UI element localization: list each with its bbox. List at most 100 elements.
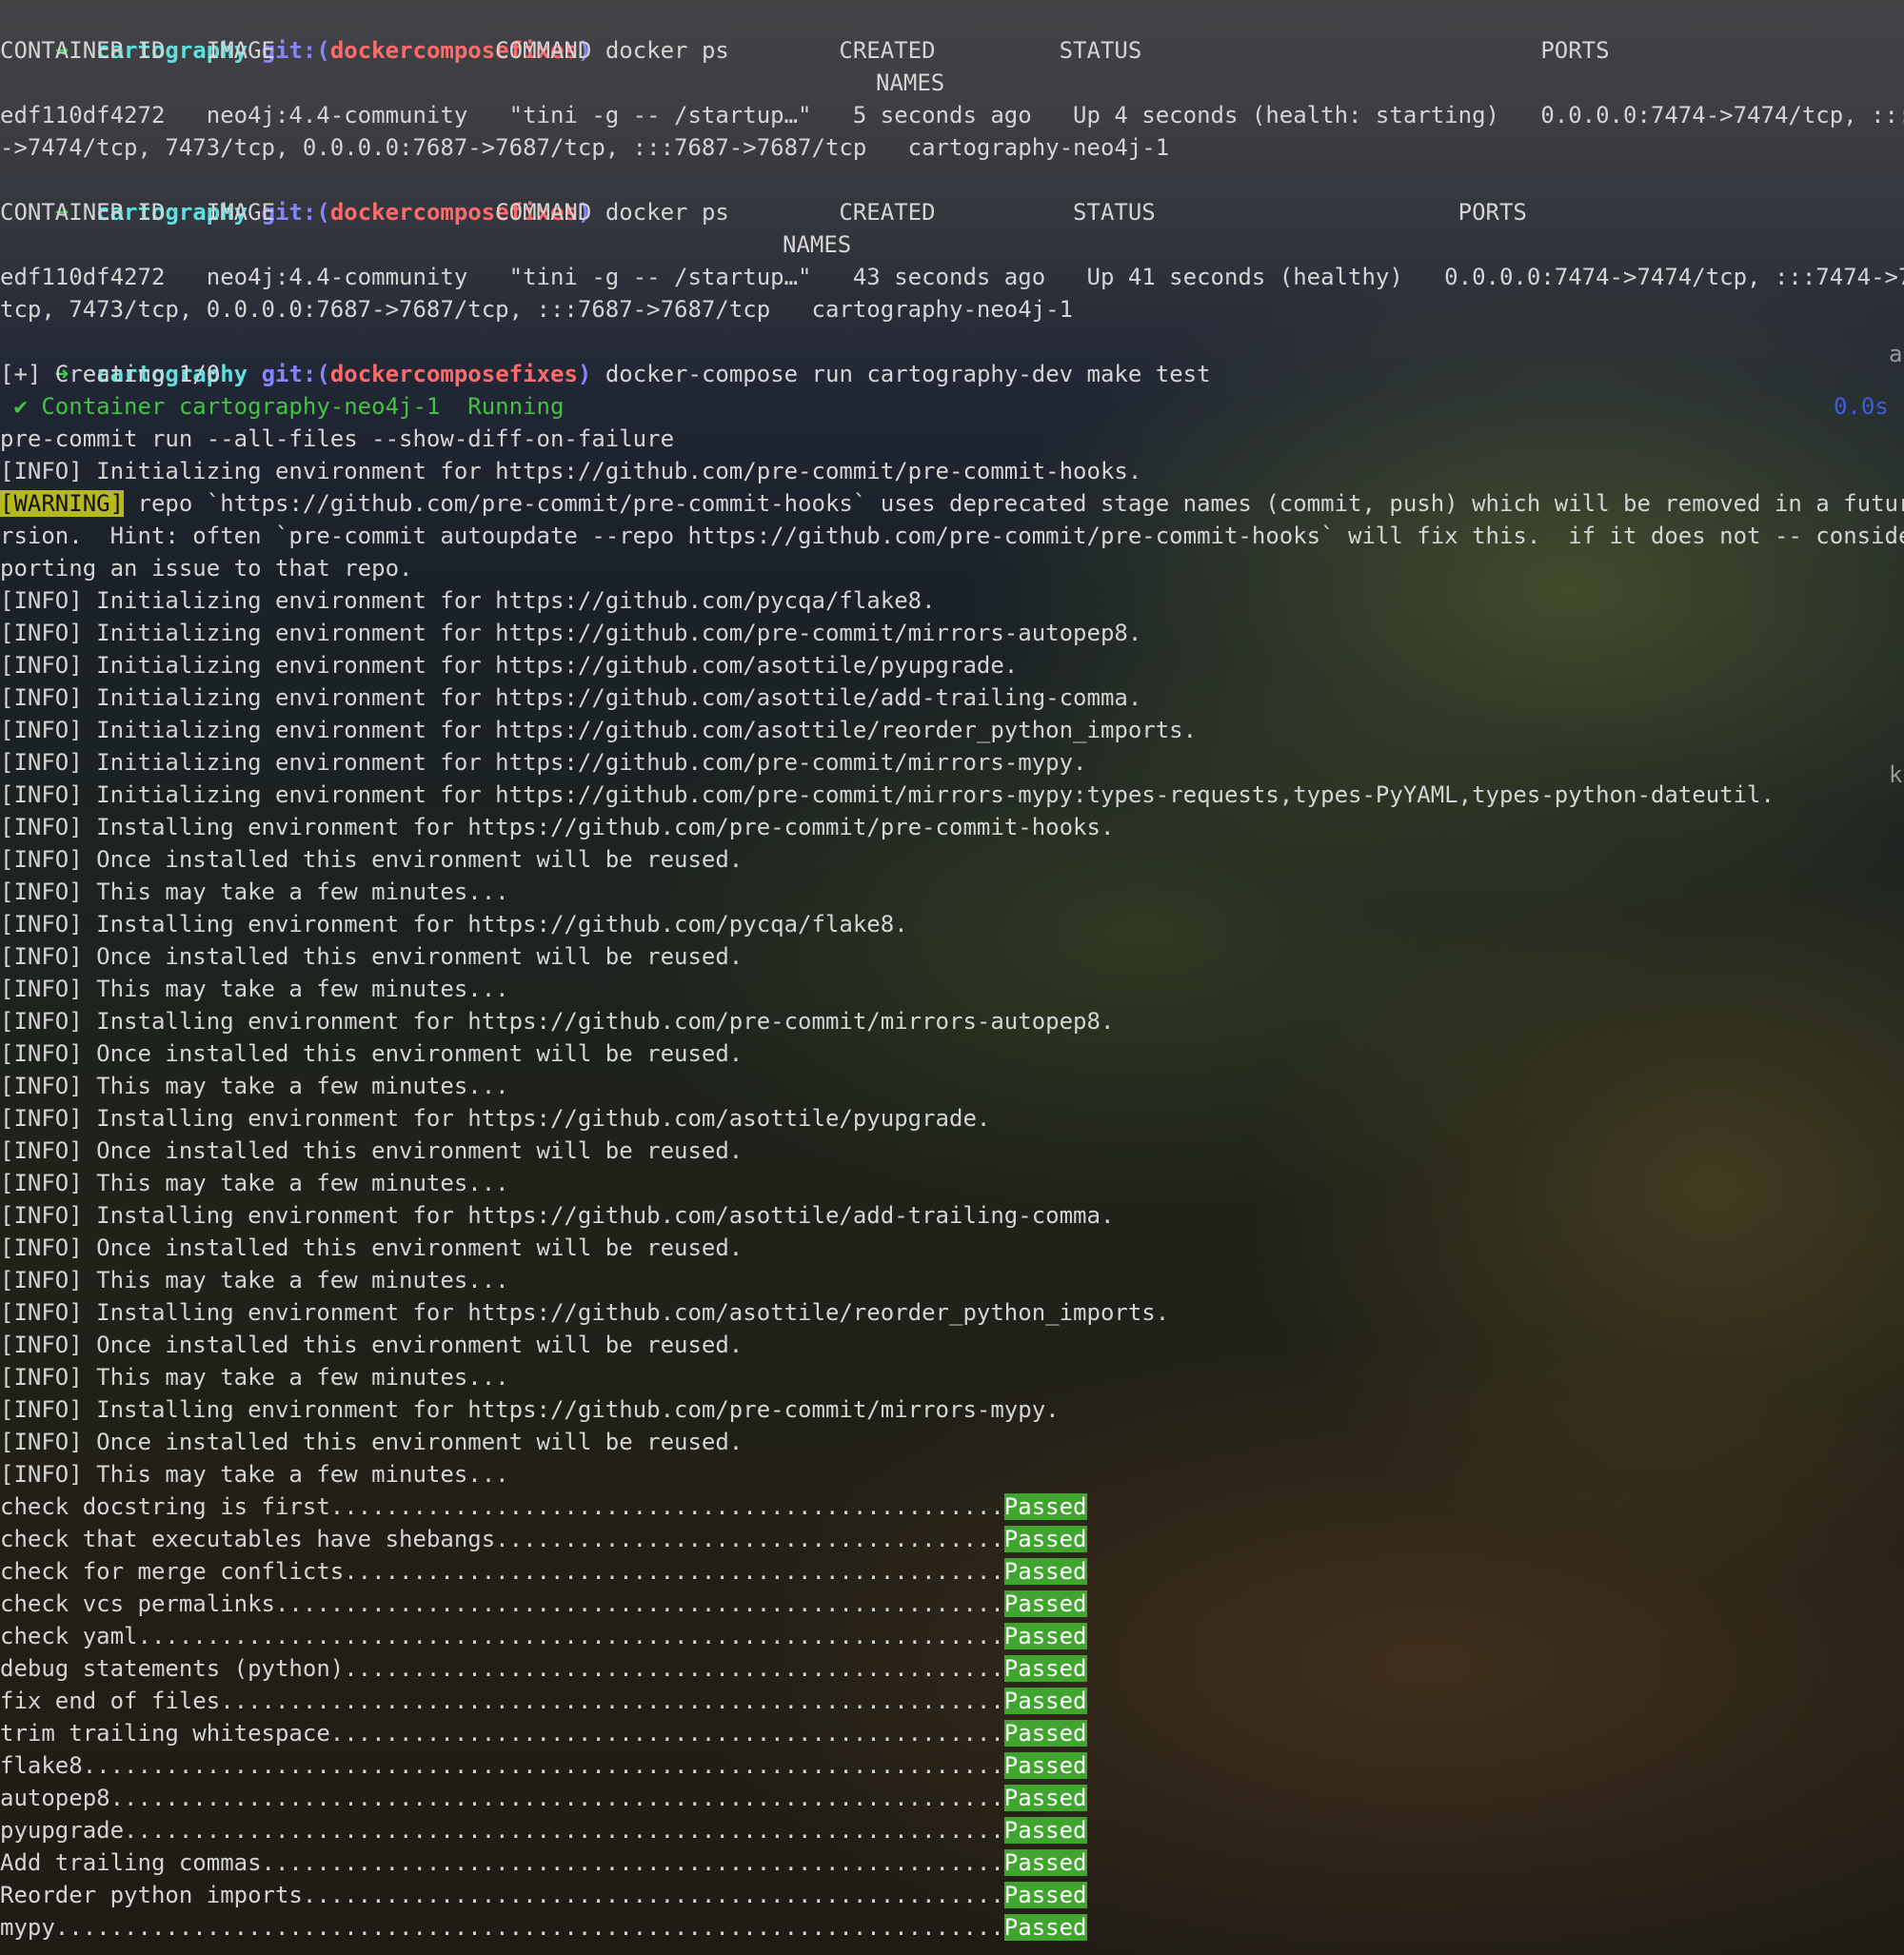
passed-badge: Passed [1003,1849,1087,1876]
ps-row-wrap: tcp, 7473/tcp, 0.0.0.0:7687->7687/tcp, :… [0,296,1074,323]
log-line: [INFO] Once installed this environment w… [0,846,744,873]
passed-badge: Passed [1003,1688,1087,1714]
warning-wrap: rsion. Hint: often `pre-commit autoupdat… [0,523,1904,549]
log-line: [INFO] Once installed this environment w… [0,1429,744,1455]
prompt-git-prefix: git:( [261,361,330,387]
passed-badge: Passed [1003,1914,1087,1941]
passed-badge: Passed [1003,1785,1087,1811]
prompt-git-branch: dockercomposefixes [329,361,578,387]
hook-result-row: autopep8................................… [0,1782,1087,1814]
ps-header: CONTAINER ID IMAGE COMMAND CREATED STATU… [0,199,1527,226]
passed-badge: Passed [1003,1558,1087,1585]
edge-text-fragment: a [1889,341,1903,367]
log-line: [INFO] This may take a few minutes... [0,976,509,1002]
passed-badge: Passed [1003,1590,1087,1617]
log-line: [INFO] This may take a few minutes... [0,1073,509,1099]
hook-name: check yaml..............................… [0,1623,1004,1649]
passed-badge: Passed [1003,1623,1087,1649]
log-line: [INFO] Initializing environment for http… [0,587,936,614]
log-line: [INFO] Installing environment for https:… [0,1202,1115,1229]
log-line: [INFO] Installing environment for https:… [0,1008,1115,1035]
hook-name: check vcs permalinks....................… [0,1590,1004,1617]
container-status: Running [467,393,565,420]
log-line: [INFO] Initializing environment for http… [0,458,1142,484]
passed-badge: Passed [1003,1720,1087,1747]
hook-name: check that executables have shebangs....… [0,1526,1004,1552]
ps-row: edf110df4272 neo4j:4.4-community "tini -… [0,102,1904,128]
ps-row-wrap: ->7474/tcp, 7473/tcp, 0.0.0.0:7687->7687… [0,134,1170,161]
log-line: [INFO] Installing environment for https:… [0,1396,1060,1423]
log-line: [INFO] This may take a few minutes... [0,1461,509,1488]
hook-result-row: check docstring is first................… [0,1491,1087,1523]
log-line: [INFO] Initializing environment for http… [0,652,1019,679]
terminal-window[interactable]: ➜ cartography git:(dockercomposefixes) d… [0,0,1904,1955]
hook-name: check docstring is first................… [0,1493,1004,1520]
warning-badge: [WARNING] [0,490,125,517]
log-line: [INFO] Installing environment for https:… [0,1105,991,1132]
prompt-git-suffix: ) [577,361,592,387]
hook-result-row: mypy....................................… [0,1911,1087,1944]
log-line: [INFO] Once installed this environment w… [0,1137,744,1164]
passed-badge: Passed [1003,1752,1087,1779]
edge-text-fragment: k [1889,761,1903,788]
log-line: [INFO] Initializing environment for http… [0,684,1142,711]
hook-name: check for merge conflicts...............… [0,1558,1004,1585]
log-line: [INFO] Initializing environment for http… [0,749,1087,776]
hook-result-row: check vcs permalinks....................… [0,1588,1087,1620]
passed-badge: Passed [1003,1882,1087,1908]
passed-badge: Passed [1003,1817,1087,1844]
ps-header-names: NAMES [783,231,852,258]
hook-result-row: flake8..................................… [0,1749,1087,1782]
log-line: [INFO] Once installed this environment w… [0,1234,744,1261]
ps-row: edf110df4272 neo4j:4.4-community "tini -… [0,264,1904,290]
hook-result-row: Add trailing commas.....................… [0,1846,1087,1879]
hook-name: mypy....................................… [0,1914,1004,1941]
container-elapsed-time: 0.0s [1834,393,1889,420]
hook-name: trim trailing whitespace................… [0,1720,1004,1747]
hook-result-row: debug statements (python)...............… [0,1652,1087,1685]
hook-result-row: check yaml..............................… [0,1620,1087,1652]
hook-result-row: fix end of files........................… [0,1685,1087,1717]
log-line: [INFO] Installing environment for https:… [0,911,908,938]
ps-header: CONTAINER ID IMAGE COMMAND CREATED STATU… [0,37,1610,64]
hook-name: flake8..................................… [0,1752,1004,1779]
hook-name: fix end of files........................… [0,1688,1004,1714]
log-line: [INFO] Initializing environment for http… [0,717,1198,743]
hook-name: Add trailing commas.....................… [0,1849,1004,1876]
hook-name: Reorder python imports..................… [0,1882,1004,1908]
log-line: [INFO] Once installed this environment w… [0,1332,744,1358]
warning-wrap: porting an issue to that repo. [0,555,413,582]
log-line: [INFO] Once installed this environment w… [0,943,744,970]
log-line: [INFO] Initializing environment for http… [0,781,1775,808]
prompt-line-2: ➜ cartography git:(dockercomposefixes) d… [0,164,729,226]
hook-result-row: pyupgrade...............................… [0,1814,1087,1846]
hook-name: pyupgrade...............................… [0,1817,1004,1844]
warning-text: repo `https://github.com/pre-commit/pre-… [124,490,1904,517]
log-line: [INFO] This may take a few minutes... [0,1267,509,1293]
passed-badge: Passed [1003,1655,1087,1682]
ps-header-names: NAMES [876,69,945,96]
log-line: [INFO] Initializing environment for http… [0,620,1142,646]
log-line: [INFO] Once installed this environment w… [0,1040,744,1067]
log-line: [INFO] This may take a few minutes... [0,1170,509,1196]
hook-result-row: trim trailing whitespace................… [0,1717,1087,1749]
warning-line: [WARNING] repo `https://github.com/pre-c… [0,487,1904,520]
log-line: [INFO] This may take a few minutes... [0,879,509,905]
hook-result-row: Reorder python imports..................… [0,1879,1087,1911]
hook-result-row: check that executables have shebangs....… [0,1523,1087,1555]
prompt-line-3: ➜ cartography git:(dockercomposefixes) d… [0,326,1211,387]
hook-name: autopep8................................… [0,1785,1004,1811]
compose-container-line: ✔ Container cartography-neo4j-1 Running [0,390,564,423]
check-icon: ✔ Container cartography-neo4j-1 [0,393,468,420]
prompt-line-1: ➜ cartography git:(dockercomposefixes) d… [0,2,729,64]
precommit-command: pre-commit run --all-files --show-diff-o… [0,425,675,452]
passed-badge: Passed [1003,1493,1087,1520]
hook-name: debug statements (python)...............… [0,1655,1004,1682]
log-line: [INFO] Installing environment for https:… [0,1299,1170,1326]
compose-creating: [+] Creating 1/0 [0,361,221,387]
passed-badge: Passed [1003,1526,1087,1552]
hook-result-row: check for merge conflicts...............… [0,1555,1087,1588]
log-line: [INFO] This may take a few minutes... [0,1364,509,1391]
command-text: docker-compose run cartography-dev make … [605,361,1211,387]
log-line: [INFO] Installing environment for https:… [0,814,1115,840]
